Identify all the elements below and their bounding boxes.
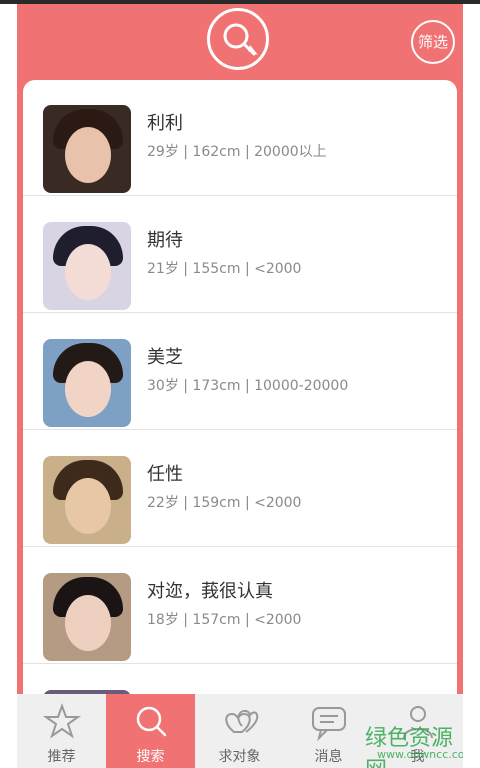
header: 筛选 xyxy=(17,4,463,80)
star-icon xyxy=(42,703,82,739)
tab-search[interactable]: 搜索 xyxy=(106,694,195,768)
search-icon xyxy=(136,706,167,737)
user-name: 任性 xyxy=(147,464,183,485)
avatar-face xyxy=(65,127,111,183)
app-screen: 筛选 利利 29岁 | 162cm | 20000以上期待 21岁 | 155cm … xyxy=(17,4,463,768)
avatar xyxy=(43,573,131,661)
search-logo-icon xyxy=(207,8,269,70)
tab-hearts[interactable]: 求对象 xyxy=(195,694,284,768)
user-name: 对迩，莪很认真 xyxy=(147,581,273,602)
user-info: 29岁 | 162cm | 20000以上 xyxy=(147,144,327,160)
avatar-face xyxy=(65,244,111,300)
tab-message[interactable]: 消息 xyxy=(284,694,373,768)
avatar-face xyxy=(65,478,111,534)
user-name: 美芝 xyxy=(147,347,183,368)
avatar xyxy=(43,456,131,544)
tab-label: 推荐 xyxy=(47,749,76,765)
user-list: 利利 29岁 | 162cm | 20000以上期待 21岁 | 155cm | <… xyxy=(23,80,457,700)
user-name: 利利 xyxy=(147,113,183,134)
watermark-url: www.downcc.com xyxy=(377,748,463,761)
user-name: 期待 xyxy=(147,230,183,251)
list-item[interactable]: 美芝 30岁 | 173cm | 10000-20000 xyxy=(23,314,457,430)
user-info: 18岁 | 157cm | <2000 xyxy=(147,612,302,628)
hearts-icon xyxy=(225,709,259,733)
tab-label: 消息 xyxy=(314,749,343,765)
user-info: 21岁 | 155cm | <2000 xyxy=(147,261,302,277)
tab-label: 搜索 xyxy=(136,749,165,765)
filter-button[interactable]: 筛选 xyxy=(411,20,455,64)
avatar xyxy=(43,339,131,427)
avatar xyxy=(43,222,131,310)
list-item[interactable]: 利利 29岁 | 162cm | 20000以上 xyxy=(23,80,457,196)
user-info: 22岁 | 159cm | <2000 xyxy=(147,495,302,511)
avatar-face xyxy=(65,595,111,651)
avatar-face xyxy=(65,361,111,417)
tab-label: 求对象 xyxy=(218,749,261,765)
tab-star[interactable]: 推荐 xyxy=(17,694,106,768)
list-item[interactable]: 任性 22岁 | 159cm | <2000 xyxy=(23,431,457,547)
message-icon xyxy=(312,707,346,742)
list-item[interactable]: 期待 21岁 | 155cm | <2000 xyxy=(23,197,457,313)
list-item[interactable]: 对迩，莪很认真 18岁 | 157cm | <2000 xyxy=(23,548,457,664)
avatar xyxy=(43,105,131,193)
user-info: 30岁 | 173cm | 10000-20000 xyxy=(147,378,349,394)
